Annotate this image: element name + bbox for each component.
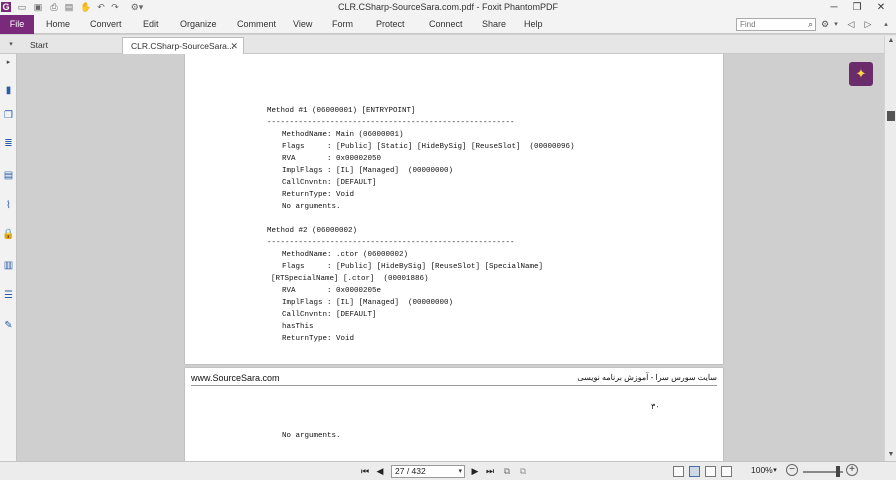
bookmarks-icon[interactable]: ▮ <box>2 84 15 97</box>
tabs-menu-icon[interactable]: ▾ <box>5 38 17 51</box>
ribbon-tab-bar: File Home Convert Edit Organize Comment … <box>0 15 896 34</box>
layers-icon[interactable]: ≣ <box>2 137 15 150</box>
header-divider <box>191 385 717 386</box>
code-line: ReturnType: Void <box>282 335 355 343</box>
lightbulb-icon[interactable]: ✦ <box>849 62 873 86</box>
next-page-icon[interactable]: ▶ <box>468 464 482 478</box>
code-line: hasThis <box>282 323 314 331</box>
navigation-sidebar: ▸ ▮ ❐ ≣ ▤ ⌇ 🔒 ▥ ☰ ✎ <box>0 54 17 461</box>
document-view[interactable]: Method #1 (06000001) [ENTRYPOINT] -------… <box>18 54 884 461</box>
tab-document[interactable]: CLR.CSharp-SourceSara... ✕ <box>122 37 244 54</box>
tab-document-label: CLR.CSharp-SourceSara... <box>131 41 234 51</box>
restore-button[interactable]: ❐ <box>846 1 868 14</box>
tab-help[interactable]: Help <box>524 15 543 34</box>
code-line: MethodName: Main (06000001) <box>282 131 404 139</box>
scrollbar-thumb[interactable] <box>887 111 895 121</box>
vertical-scrollbar[interactable]: ▲ ▼ <box>884 36 896 461</box>
scroll-down-arrow-icon[interactable]: ▼ <box>885 450 896 460</box>
zoom-out-icon[interactable]: − <box>786 464 798 476</box>
continuous-view-icon[interactable] <box>689 466 700 477</box>
tab-comment[interactable]: Comment <box>237 15 276 34</box>
settings-dropdown-icon[interactable]: ▾ <box>830 18 842 31</box>
ribbon-collapse-icon[interactable]: ▴ <box>880 18 892 31</box>
find-input[interactable]: Find ⌕ <box>736 18 816 31</box>
pages-icon[interactable]: ❐ <box>2 109 15 122</box>
code-line: RVA : 0x0000205e <box>282 287 382 295</box>
page-indicator: 27 / 432 <box>395 466 426 476</box>
expand-panel-icon[interactable]: ▸ <box>2 56 15 69</box>
signatures-icon[interactable]: ✎ <box>2 319 15 332</box>
code-line: No arguments. <box>282 203 341 211</box>
code-line: ----------------------------------------… <box>267 239 515 247</box>
tab-share[interactable]: Share <box>482 15 506 34</box>
zoom-in-icon[interactable]: + <box>846 464 858 476</box>
title-bar: G ▭ ▣ ⎙ ▤ ✋ ↶ ↷ ⚙▾ CLR.CSharp-SourceSara… <box>0 0 896 15</box>
code-line: [RTSpecialName] [.ctor] (00001886) <box>271 275 429 283</box>
tab-edit[interactable]: Edit <box>143 15 159 34</box>
comments-icon[interactable]: ▤ <box>2 169 15 182</box>
tab-connect[interactable]: Connect <box>429 15 463 34</box>
page-header-title: سایت سورس سرا - آموزش برنامه نویسی <box>577 373 717 382</box>
code-line: No arguments. <box>282 432 341 440</box>
search-icon[interactable]: ⌕ <box>808 19 813 30</box>
tab-form[interactable]: Form <box>332 15 353 34</box>
code-line: Flags : [Public] [HideBySig] [ReuseSlot]… <box>282 263 544 271</box>
last-page-icon[interactable]: ⏭ <box>483 464 497 478</box>
code-line: ReturnType: Void <box>282 191 355 199</box>
tab-start[interactable]: Start <box>22 37 120 54</box>
continuous-facing-view-icon[interactable] <box>721 466 732 477</box>
status-bar: ⏮ ◀ 27 / 432 ▾ ▶ ⏭ ⧉ ⧉ 100% ▾ − + <box>0 461 896 480</box>
code-line: CallCnvntn: [DEFAULT] <box>282 311 377 319</box>
previous-view-icon[interactable]: ⧉ <box>500 464 514 478</box>
tab-home[interactable]: Home <box>46 15 70 34</box>
window-title: CLR.CSharp-SourceSara.com.pdf - Foxit Ph… <box>337 2 559 12</box>
first-page-icon[interactable]: ⏮ <box>358 464 372 478</box>
attachments-icon[interactable]: ⌇ <box>2 199 15 212</box>
single-page-view-icon[interactable] <box>673 466 684 477</box>
zoom-slider-handle[interactable] <box>836 466 840 477</box>
tab-protect[interactable]: Protect <box>376 15 405 34</box>
next-view-icon[interactable]: ⧉ <box>516 464 530 478</box>
document-tab-bar: ▾ Start CLR.CSharp-SourceSara... ✕ <box>0 35 896 54</box>
pdf-page-next: www.SourceSara.com سایت سورس سرا - آموزش… <box>185 368 723 461</box>
code-line: RVA : 0x00002050 <box>282 155 382 163</box>
pdf-page: Method #1 (06000001) [ENTRYPOINT] -------… <box>185 54 723 364</box>
security-lock-icon[interactable]: 🔒 <box>2 228 15 241</box>
previous-page-icon[interactable]: ◀ <box>373 464 387 478</box>
zoom-dropdown-icon[interactable]: ▾ <box>768 464 782 478</box>
code-line: ----------------------------------------… <box>267 119 515 127</box>
code-line: CallCnvntn: [DEFAULT] <box>282 179 377 187</box>
code-line: Flags : [Public] [Static] [HideBySig] [R… <box>282 143 575 151</box>
document-properties-icon[interactable]: ▥ <box>2 259 15 272</box>
tab-convert[interactable]: Convert <box>90 15 122 34</box>
code-line: Method #2 (06000002) <box>267 227 358 235</box>
content-icon[interactable]: ☰ <box>2 289 15 302</box>
close-tab-icon[interactable]: ✕ <box>230 38 238 55</box>
page-header-website: www.SourceSara.com <box>191 373 280 383</box>
close-window-button[interactable]: ✕ <box>870 1 892 14</box>
page-dropdown-icon[interactable]: ▾ <box>458 466 462 477</box>
minimize-button[interactable]: ─ <box>823 1 845 14</box>
code-line: ImplFlags : [IL] [Managed] (00000000) <box>282 167 454 175</box>
scroll-up-arrow-icon[interactable]: ▲ <box>885 36 896 46</box>
file-tab[interactable]: File <box>0 15 34 34</box>
find-placeholder: Find <box>740 20 756 29</box>
previous-result-icon[interactable]: ◁ <box>845 18 857 31</box>
facing-view-icon[interactable] <box>705 466 716 477</box>
page-number: ۳۰ <box>651 402 660 411</box>
code-line: MethodName: .ctor (06000002) <box>282 251 409 259</box>
next-result-icon[interactable]: ▷ <box>862 18 874 31</box>
code-line: ImplFlags : [IL] [Managed] (00000000) <box>282 299 454 307</box>
code-line: Method #1 (06000001) [ENTRYPOINT] <box>267 107 416 115</box>
tab-start-label: Start <box>30 40 48 50</box>
page-number-input[interactable]: 27 / 432 ▾ <box>391 465 465 478</box>
tab-view[interactable]: View <box>293 15 312 34</box>
tab-organize[interactable]: Organize <box>180 15 217 34</box>
